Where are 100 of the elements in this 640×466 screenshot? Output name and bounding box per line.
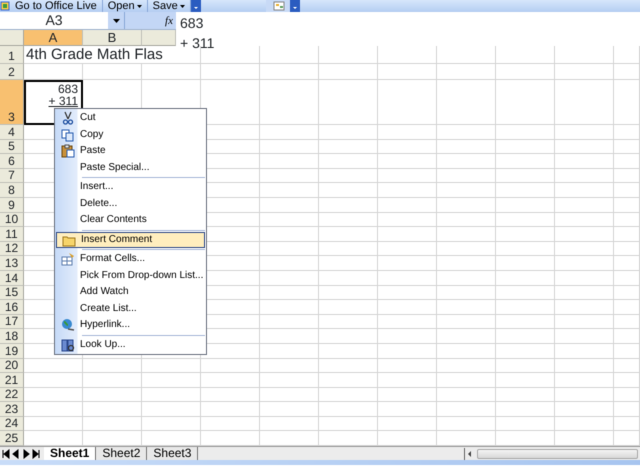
grid-cell[interactable] <box>437 373 496 388</box>
row-header[interactable]: 7 <box>0 168 24 184</box>
grid-cell[interactable] <box>496 168 555 184</box>
grid-cell[interactable] <box>378 270 437 286</box>
grid-cell[interactable] <box>201 416 260 432</box>
grid-cell[interactable] <box>319 154 378 169</box>
grid-cell[interactable] <box>437 80 496 125</box>
office-icon[interactable] <box>0 1 10 11</box>
grid-cell[interactable] <box>83 388 142 402</box>
grid-cell[interactable] <box>319 242 378 256</box>
grid-cell[interactable] <box>555 227 614 242</box>
grid-cell[interactable] <box>319 358 378 374</box>
menu-item[interactable]: Paste <box>56 143 205 160</box>
row-header[interactable]: 19 <box>0 344 24 358</box>
grid-cell[interactable] <box>437 46 496 64</box>
grid-cell[interactable] <box>319 198 378 213</box>
horizontal-scrollbar[interactable] <box>464 448 640 460</box>
grid-cell[interactable] <box>319 183 378 198</box>
grid-cell[interactable] <box>319 80 378 125</box>
grid-cell[interactable] <box>260 227 319 242</box>
grid-cell[interactable] <box>260 344 319 358</box>
row-header[interactable]: 25 <box>0 431 24 446</box>
sheet-tab[interactable]: Sheet3 <box>147 447 198 460</box>
grid-cell[interactable] <box>496 154 555 169</box>
grid-cell[interactable] <box>378 286 437 300</box>
grid-cell[interactable] <box>555 300 614 315</box>
grid-cell[interactable] <box>260 125 319 140</box>
grid-cell[interactable] <box>260 329 319 344</box>
grid-cell[interactable] <box>496 286 555 300</box>
dropdown-button[interactable] <box>108 12 124 29</box>
row-header[interactable]: 20 <box>0 358 24 374</box>
grid-cell[interactable] <box>437 154 496 169</box>
grid-cell[interactable] <box>142 388 201 402</box>
grid-cell[interactable] <box>24 402 83 417</box>
grid-cell[interactable] <box>319 64 378 80</box>
grid-cell[interactable] <box>378 125 437 140</box>
grid-cell[interactable] <box>614 373 640 388</box>
grid-cell[interactable] <box>614 64 640 80</box>
grid-cell[interactable] <box>201 388 260 402</box>
row-header[interactable]: 9 <box>0 198 24 213</box>
grid-cell[interactable] <box>555 256 614 271</box>
row-header[interactable]: 11 <box>0 227 24 242</box>
grid-cell[interactable] <box>614 154 640 169</box>
grid-cell[interactable] <box>555 416 614 432</box>
grid-cell[interactable] <box>496 140 555 154</box>
grid-cell[interactable] <box>260 373 319 388</box>
grid-cell[interactable] <box>260 314 319 330</box>
grid-cell[interactable] <box>260 402 319 417</box>
grid-cell[interactable] <box>378 256 437 271</box>
grid-cell[interactable] <box>378 46 437 64</box>
grid-cell[interactable] <box>555 154 614 169</box>
grid-cell[interactable] <box>83 358 142 374</box>
row-header[interactable]: 22 <box>0 388 24 402</box>
grid-cell[interactable] <box>260 64 319 80</box>
grid-cell[interactable] <box>496 402 555 417</box>
grid-cell[interactable] <box>378 329 437 344</box>
grid-cell[interactable] <box>555 198 614 213</box>
grid-cell[interactable] <box>437 402 496 417</box>
menu-item[interactable]: Add Watch <box>56 284 205 300</box>
grid-cell[interactable] <box>614 256 640 271</box>
grid-cell[interactable] <box>142 402 201 417</box>
grid-cell[interactable] <box>378 344 437 358</box>
grid-cell[interactable] <box>319 388 378 402</box>
menu-item[interactable]: Look Up... <box>56 336 205 353</box>
row-header[interactable]: 2 <box>0 64 24 80</box>
row-header[interactable]: 4 <box>0 125 24 140</box>
grid-cell[interactable] <box>260 242 319 256</box>
grid-cell[interactable] <box>319 125 378 140</box>
grid-cell[interactable] <box>201 64 260 80</box>
grid-cell[interactable] <box>378 416 437 432</box>
grid-cell[interactable] <box>319 140 378 154</box>
grid-cell[interactable] <box>319 373 378 388</box>
grid-cell[interactable] <box>378 64 437 80</box>
grid-cell[interactable] <box>614 242 640 256</box>
grid-cell[interactable] <box>24 388 83 402</box>
grid-cell[interactable] <box>496 300 555 315</box>
grid-cell[interactable] <box>614 314 640 330</box>
grid-cell[interactable] <box>378 373 437 388</box>
menu-item[interactable]: Create List... <box>56 300 205 317</box>
grid-cell[interactable] <box>555 212 614 228</box>
grid-cell[interactable] <box>496 198 555 213</box>
grid-cell[interactable] <box>24 64 83 80</box>
grid-cell[interactable] <box>260 80 319 125</box>
grid-cell[interactable] <box>496 64 555 80</box>
grid-cell[interactable] <box>614 344 640 358</box>
column-header[interactable]: A <box>24 30 83 46</box>
grid-cell[interactable] <box>437 314 496 330</box>
grid-cell[interactable] <box>614 80 640 125</box>
grid-cell[interactable] <box>83 416 142 432</box>
grid-cell[interactable] <box>496 270 555 286</box>
grid-cell[interactable] <box>614 402 640 417</box>
grid-cell[interactable] <box>319 168 378 184</box>
grid-cell[interactable] <box>614 125 640 140</box>
grid-cell[interactable] <box>555 242 614 256</box>
grid-cell[interactable] <box>555 373 614 388</box>
grid-cell[interactable] <box>614 286 640 300</box>
grid-cell[interactable] <box>378 402 437 417</box>
row-header[interactable]: 6 <box>0 154 24 169</box>
grid-cell[interactable] <box>496 329 555 344</box>
grid-cell[interactable] <box>260 168 319 184</box>
